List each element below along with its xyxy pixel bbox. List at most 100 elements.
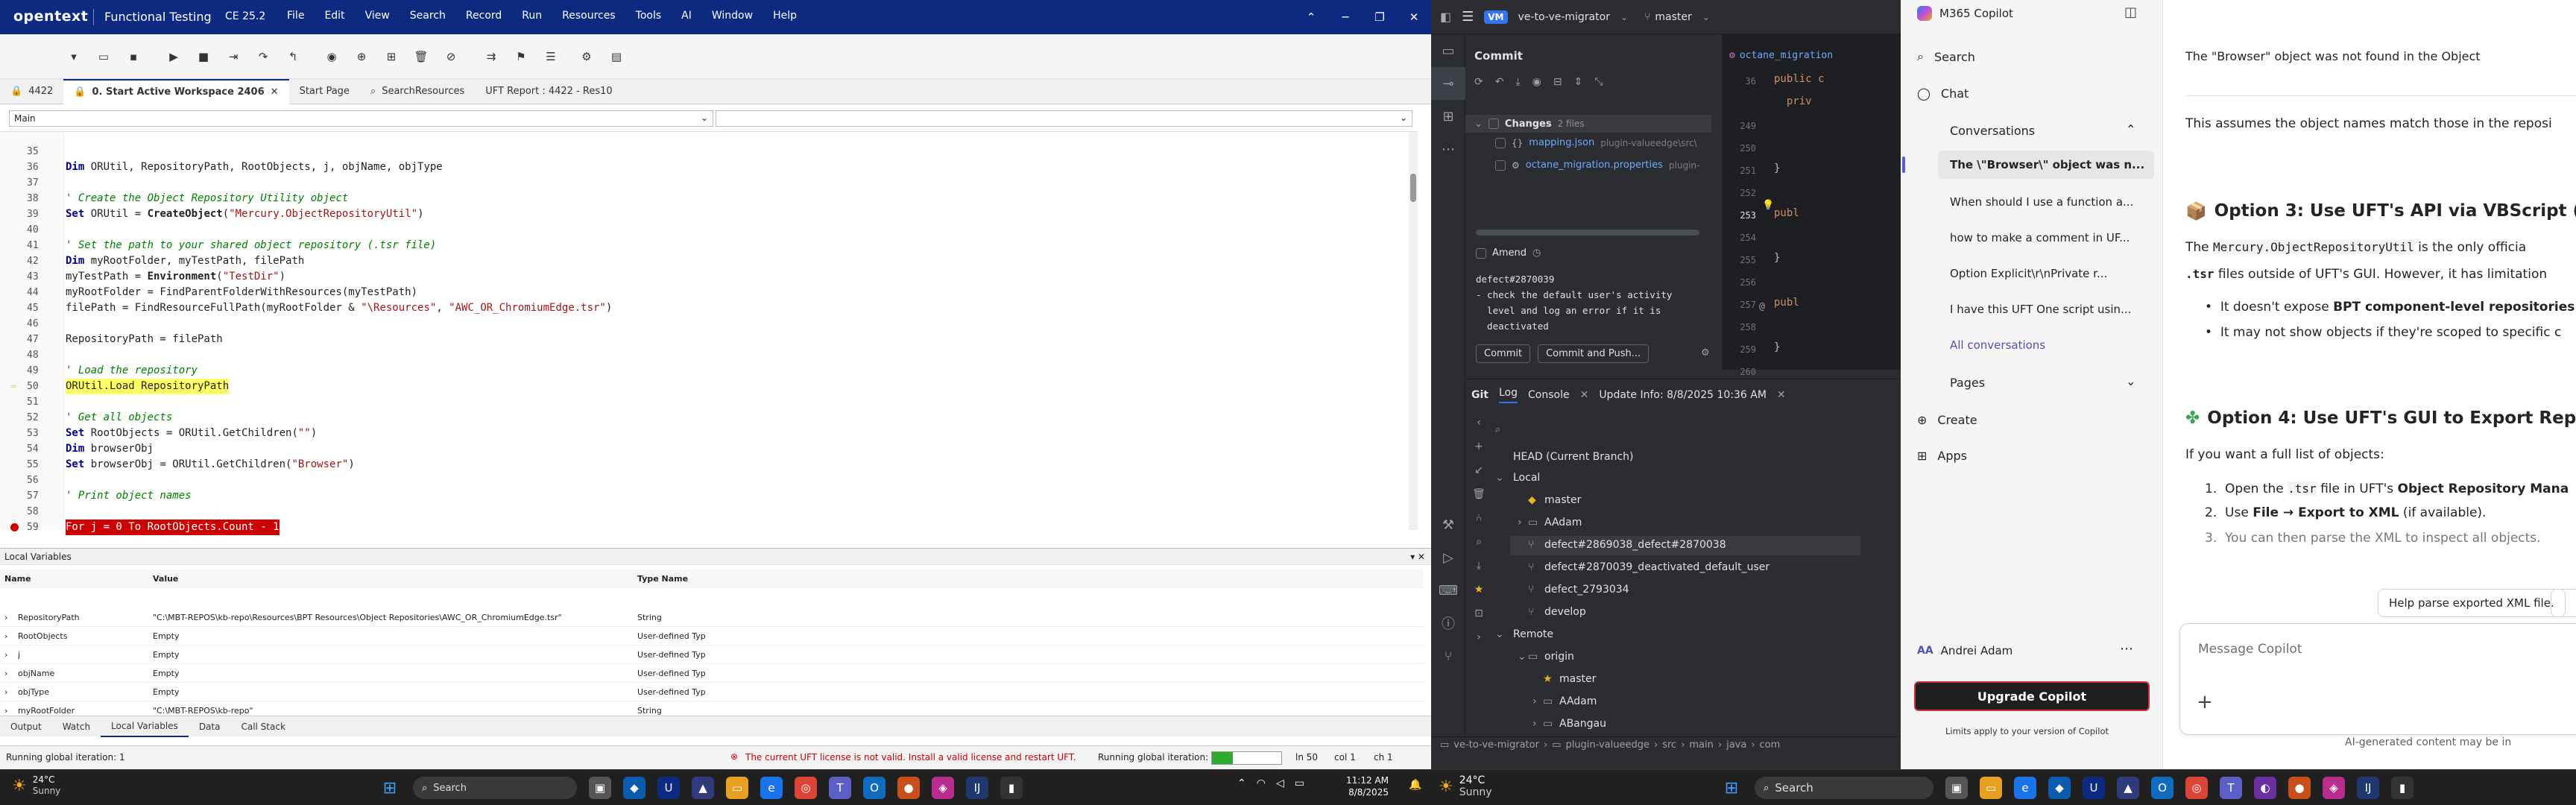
lightbulb-icon[interactable]: 💡: [1762, 200, 1774, 211]
nav-conversations[interactable]: Conversations: [1950, 124, 2035, 138]
conversation-item[interactable]: The \"Browser\" object was n...: [1950, 158, 2144, 171]
changes-group[interactable]: ⌄ Changes 2 files: [1465, 115, 1711, 133]
table-row[interactable]: › j Empty User-defined Typ: [0, 645, 1424, 664]
star-icon[interactable]: ★: [1465, 578, 1492, 602]
menu-help[interactable]: Help: [773, 10, 797, 22]
app-icon[interactable]: ▲: [692, 777, 714, 799]
tab-start-page[interactable]: Start Page: [289, 79, 360, 104]
menu-resources[interactable]: Resources: [562, 10, 616, 22]
nav-chat[interactable]: ◯ Chat: [1917, 86, 1969, 101]
taskbar-search[interactable]: ⌕ Search: [413, 777, 577, 799]
tree-local[interactable]: Local: [1513, 472, 1540, 484]
tree-branch[interactable]: defect_2793034: [1544, 584, 1629, 596]
tree-origin-abangau[interactable]: ABangau: [1559, 718, 1606, 730]
close-tab-icon[interactable]: ✕: [271, 86, 279, 98]
chevron-up-icon[interactable]: ⌃: [2126, 122, 2135, 136]
weather-widget[interactable]: ☀ 24°C Sunny: [12, 774, 60, 797]
volume-icon[interactable]: ◁: [1276, 777, 1284, 789]
settings-icon[interactable]: ⚙: [577, 47, 596, 66]
checkout-icon[interactable]: ⊡: [1465, 602, 1492, 625]
checkbox[interactable]: [1476, 247, 1486, 259]
uft-app-icon[interactable]: U: [2083, 777, 2105, 799]
app-icon[interactable]: ◆: [623, 777, 645, 799]
terminal-icon[interactable]: ⌨: [1431, 574, 1465, 607]
chevron-right-icon[interactable]: ›: [1465, 625, 1492, 649]
close-tab-icon[interactable]: ✕: [1580, 389, 1589, 401]
add-icon[interactable]: +: [2197, 691, 2213, 713]
tab-output[interactable]: Output: [0, 716, 52, 737]
chevron-left-icon[interactable]: ‹: [1465, 411, 1492, 435]
breadcrumb-item[interactable]: main: [1689, 739, 1713, 751]
tree-folder-aadam[interactable]: AAdam: [1544, 517, 1582, 528]
expand-icon[interactable]: ›: [4, 664, 7, 683]
edge-icon[interactable]: e: [2014, 777, 2036, 799]
search-icon[interactable]: ⌕: [1465, 530, 1492, 554]
scope-combo[interactable]: Main ⌄: [9, 110, 713, 127]
tab-workspace[interactable]: 🔒 0. Start Active Workspace 2406 ✕: [63, 78, 289, 104]
gear-icon[interactable]: ⚙: [1701, 347, 1710, 359]
checkbox[interactable]: [1488, 119, 1499, 129]
breadcrumb-item[interactable]: com: [1760, 739, 1781, 751]
tree-origin[interactable]: origin: [1544, 651, 1574, 663]
tree-branch-selected[interactable]: defect#2869038_defect#2870038: [1544, 539, 1726, 551]
minimize-icon[interactable]: ─: [1328, 0, 1363, 34]
fetch-icon[interactable]: ⤓: [1465, 554, 1492, 578]
conversation-item[interactable]: Option Explicit\r\nPrivate r...: [1950, 267, 2144, 280]
commit-and-push-button[interactable]: Commit and Push...: [1538, 344, 1650, 363]
group-icon[interactable]: ⊟: [1553, 76, 1562, 88]
intellij-app-icon[interactable]: IJ: [2357, 777, 2379, 799]
commit-splitter[interactable]: [1476, 230, 1699, 236]
chrome-icon[interactable]: ◎: [795, 777, 817, 799]
checkbox[interactable]: [1495, 137, 1506, 148]
table-row[interactable]: › objType Empty User-defined Typ: [0, 683, 1424, 701]
commit-button[interactable]: Commit: [1476, 344, 1531, 363]
project-tool-icon[interactable]: ▭: [1431, 34, 1465, 67]
tree-origin-master[interactable]: master: [1559, 673, 1596, 685]
branch-search[interactable]: ⌕: [1495, 420, 1890, 439]
tab-uft-report[interactable]: UFT Report : 4422 - Res10: [475, 79, 622, 104]
more-icon[interactable]: ⋯: [2120, 641, 2133, 657]
menu-file[interactable]: File: [287, 10, 304, 22]
battery-icon[interactable]: ▭: [1295, 777, 1304, 789]
copilot-app-icon[interactable]: ◈: [932, 777, 954, 799]
conversation-item[interactable]: how to make a comment in UF...: [1950, 231, 2144, 244]
clock-icon[interactable]: ◷: [1532, 247, 1541, 259]
delete-icon[interactable]: 🗑: [411, 47, 431, 66]
menu-tools[interactable]: Tools: [636, 10, 662, 22]
stop-icon[interactable]: ■: [194, 47, 213, 66]
breadcrumb-item[interactable]: src: [1662, 739, 1676, 751]
tab-call-stack[interactable]: Call Stack: [230, 716, 295, 737]
app-icon[interactable]: ▲: [2117, 777, 2139, 799]
member-combo[interactable]: ⌄: [716, 110, 1412, 127]
collapse-icon[interactable]: ⤡: [1594, 76, 1603, 88]
run-from-step-icon[interactable]: ⇉: [482, 47, 501, 66]
table-row[interactable]: › RootObjects Empty User-defined Typ: [0, 627, 1424, 645]
menu-edit[interactable]: Edit: [324, 10, 344, 22]
code-editor[interactable]: 35 36 Dim ORUtil, RepositoryPath, RootObje…: [0, 131, 1418, 535]
tree-origin-aadam[interactable]: AAdam: [1559, 695, 1597, 707]
more-tools-icon[interactable]: ⋯: [1431, 133, 1465, 165]
report-icon[interactable]: ▤: [607, 47, 626, 66]
close-icon[interactable]: ✕: [1397, 0, 1431, 34]
edge-icon[interactable]: e: [760, 777, 783, 799]
menu-run[interactable]: Run: [522, 10, 542, 22]
save-icon[interactable]: ▪: [124, 47, 143, 66]
run-icon[interactable]: ▶: [164, 47, 183, 66]
rollback-icon[interactable]: ↶: [1495, 76, 1504, 88]
tab-search-resources[interactable]: ⌕ SearchResources: [360, 79, 475, 104]
step-over-icon[interactable]: ↷: [253, 47, 273, 66]
tree-head[interactable]: HEAD (Current Branch): [1513, 451, 1634, 463]
branch-name[interactable]: master: [1655, 11, 1691, 23]
expand-icon[interactable]: ›: [4, 608, 7, 627]
checkpoint-icon[interactable]: ⊞: [382, 47, 401, 66]
message-input[interactable]: Message Copilot: [2198, 642, 2302, 657]
build-icon[interactable]: ⚒: [1431, 508, 1465, 541]
windows-start-icon[interactable]: ⊞: [379, 777, 401, 799]
terminal-app-icon[interactable]: ▮: [1000, 777, 1023, 799]
taskbar-search[interactable]: ⌕ Search: [1755, 777, 1933, 799]
message-input-box[interactable]: Message Copilot +: [2179, 623, 2576, 735]
menu-window[interactable]: Window: [712, 10, 753, 22]
nav-create[interactable]: ⊕ Create: [1917, 413, 1977, 427]
tab-watch[interactable]: Watch: [52, 716, 101, 737]
weather-widget-right[interactable]: ☀ 24°C Sunny: [1439, 774, 1492, 798]
